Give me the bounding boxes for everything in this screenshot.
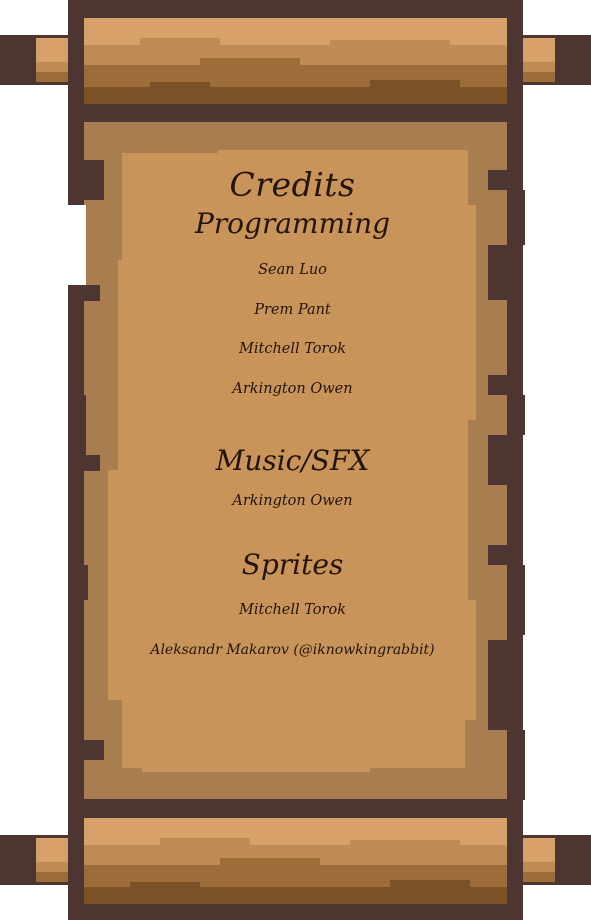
credit-name: Prem Pant bbox=[254, 302, 331, 318]
credit-name: Aleksandr Makarov (@iknowkingrabbit) bbox=[150, 642, 435, 658]
credit-name: Arkington Owen bbox=[232, 381, 353, 397]
section-heading-programming: Programming bbox=[194, 207, 391, 240]
section-heading-music-sfx: Music/SFX bbox=[215, 444, 370, 477]
credits-text: Credits Programming Sean Luo Prem Pant M… bbox=[120, 0, 465, 920]
credit-name: Mitchell Torok bbox=[239, 341, 346, 357]
credit-name: Sean Luo bbox=[258, 262, 327, 278]
section-heading-sprites: Sprites bbox=[241, 548, 344, 581]
credits-screen: Credits Programming Sean Luo Prem Pant M… bbox=[0, 0, 591, 920]
credits-title: Credits bbox=[229, 165, 356, 204]
credit-name: Arkington Owen bbox=[232, 493, 353, 509]
credit-name: Mitchell Torok bbox=[239, 602, 346, 618]
